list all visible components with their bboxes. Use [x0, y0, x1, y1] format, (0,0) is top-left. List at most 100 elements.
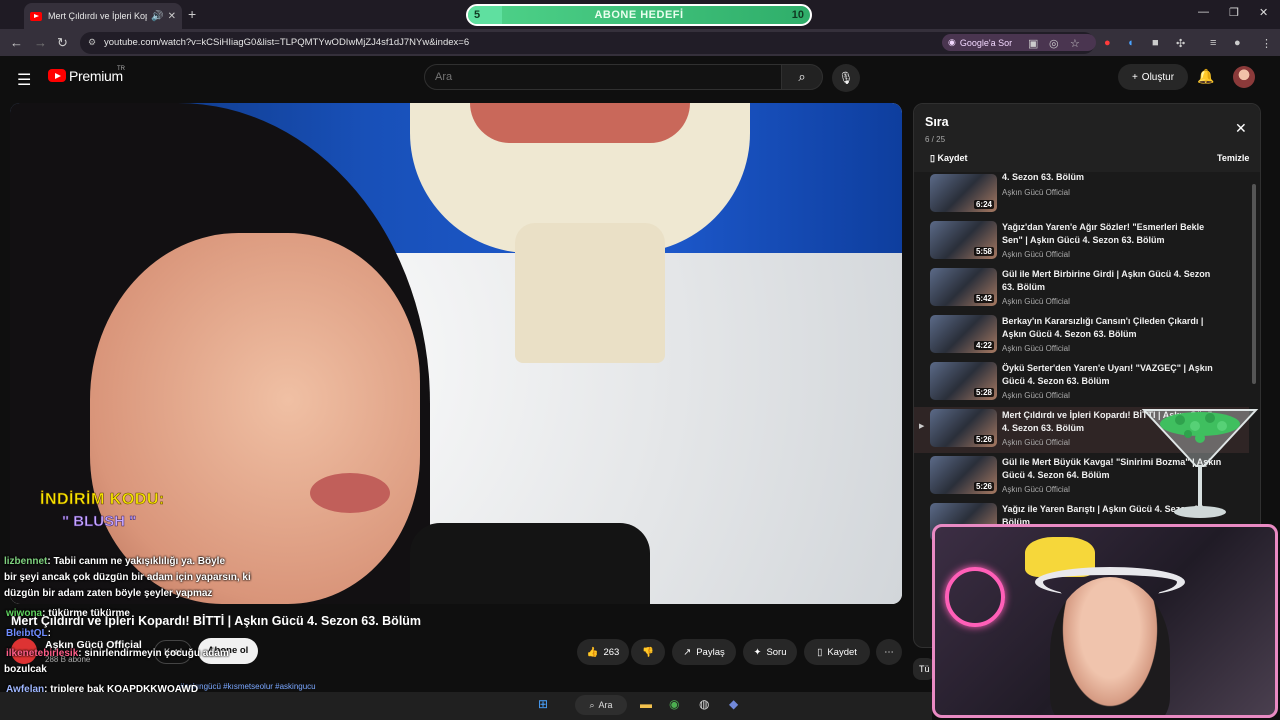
search-button[interactable]: ⌕: [781, 64, 823, 90]
martini-glass-overlay: [1141, 409, 1259, 518]
like-button[interactable]: 👍 263: [577, 639, 629, 665]
playlist-thumbnail[interactable]: 5:58: [930, 221, 997, 259]
chat-message: bozulcak: [4, 664, 47, 675]
playlist-item-title[interactable]: Öykü Serter'den Yaren'e Uyarı! "VAZGEÇ" …: [1002, 362, 1222, 388]
search-icon: ⌕: [589, 699, 595, 710]
microphone-icon: 🎙: [838, 71, 854, 85]
playlist-item-title[interactable]: 4. Sezon 63. Bölüm: [1002, 171, 1222, 184]
playlist-thumbnail[interactable]: 5:26: [930, 409, 997, 447]
playlist-thumbnail[interactable]: 4:22: [930, 315, 997, 353]
playlist-item-title[interactable]: Gül ile Mert Birbirine Girdi | Aşkın Güc…: [1002, 268, 1222, 294]
back-arrow-icon[interactable]: ←: [10, 35, 23, 50]
youtube-favicon-icon: [30, 11, 42, 21]
obs-icon[interactable]: ◍: [699, 697, 709, 711]
extensions-puzzle-icon[interactable]: ✣: [1176, 37, 1185, 50]
playlist-item[interactable]: 4:22 Berkay'ın Kararsızlığı Cansın'ı Çile…: [914, 313, 1249, 359]
new-tab-button[interactable]: +: [188, 6, 196, 22]
close-tab-icon[interactable]: ✕: [168, 11, 176, 22]
chrome-icon[interactable]: ◉: [669, 697, 679, 711]
chat-username[interactable]: wiwona: [6, 608, 42, 619]
install-app-icon[interactable]: ▣: [1028, 37, 1038, 50]
bookmark-star-icon[interactable]: ☆: [1070, 37, 1080, 50]
create-button[interactable]: + Oluştur: [1118, 64, 1188, 90]
file-explorer-icon[interactable]: ▬: [640, 697, 652, 711]
subscriber-goal-bar: 5 ABONE HEDEFİ 10: [466, 4, 812, 26]
ask-button[interactable]: ✦ Soru: [743, 639, 797, 665]
url-text: youtube.com/watch?v=kCSiHIiagG0&list=TLP…: [104, 37, 470, 48]
notifications-bell-icon[interactable]: 🔔: [1197, 68, 1214, 85]
playlist-item-title[interactable]: Yağız'dan Yaren'e Ağır Sözler! "Esmerler…: [1002, 221, 1222, 247]
chat-message: bir şeyi ancak çok düzgün bir adam için …: [4, 572, 251, 583]
youtube-logo-icon[interactable]: [48, 69, 66, 82]
discord-icon[interactable]: ◆: [729, 697, 738, 711]
extension-red-icon[interactable]: ●: [1104, 37, 1111, 49]
bookmark-icon: ▯: [817, 646, 823, 658]
playlist-thumbnail[interactable]: 6:24: [930, 174, 997, 212]
browser-menu-icon[interactable]: ⋮: [1261, 37, 1272, 50]
chat-message: wiwona: tükürme tükürme: [6, 608, 130, 619]
video-player[interactable]: İNDİRİM KODU: " BLUSH ": [10, 103, 902, 604]
more-actions-button[interactable]: ⋯: [876, 639, 902, 665]
chat-text: : tükürme tükürme: [42, 608, 130, 619]
close-playlist-icon[interactable]: ✕: [1235, 120, 1247, 137]
audio-playing-icon[interactable]: 🔊: [151, 11, 163, 22]
share-button[interactable]: ↗ Paylaş: [672, 639, 736, 665]
extension-dark-icon[interactable]: ■: [1152, 37, 1159, 49]
search-box[interactable]: [424, 64, 782, 90]
chat-username[interactable]: lizbennet: [4, 556, 47, 567]
save-video-button[interactable]: ▯ Kaydet: [804, 639, 870, 665]
video-duration: 5:42: [973, 294, 994, 303]
video-duration: 5:58: [973, 247, 994, 256]
promo-code-value: " BLUSH ": [62, 513, 137, 531]
video-duration: 5:26: [973, 435, 994, 444]
premium-logo-text[interactable]: Premium: [69, 68, 123, 84]
playlist-thumbnail[interactable]: 5:26: [930, 456, 997, 494]
playlist-item-title[interactable]: Berkay'ın Kararsızlığı Cansın'ı Çileden …: [1002, 315, 1222, 341]
windows-start-icon[interactable]: ⊞: [538, 697, 548, 711]
taskbar-search-label: Ara: [598, 700, 613, 710]
chat-message: ilkenetebirlesik: sinirlendirmeyin çocuğ…: [6, 648, 229, 659]
streamer-figure: [1050, 577, 1170, 715]
video-person-dress: [410, 523, 650, 604]
playlist-position: 6 / 25: [925, 135, 946, 144]
voice-search-button[interactable]: 🎙: [832, 64, 860, 92]
site-info-icon[interactable]: ⚙: [88, 37, 96, 48]
windows-taskbar: [0, 692, 932, 720]
playlist-item[interactable]: 5:58 Yağız'dan Yaren'e Ağır Sözler! "Esme…: [914, 219, 1249, 265]
playlist-item-channel: Aşkın Gücü Official: [1002, 391, 1070, 400]
reload-icon[interactable]: ↻: [57, 35, 68, 51]
maximize-window-button[interactable]: ❐: [1229, 6, 1239, 19]
forward-arrow-icon[interactable]: →: [34, 35, 47, 50]
playlist-save-button[interactable]: ▯ Kaydet: [930, 153, 967, 164]
playlist-item[interactable]: 6:24 4. Sezon 63. Bölüm Aşkın Gücü Officia…: [914, 172, 1249, 218]
eye-off-icon[interactable]: ◎: [1049, 37, 1059, 50]
hamburger-menu-icon[interactable]: ☰: [17, 70, 31, 90]
playlist-scrollbar[interactable]: [1252, 184, 1256, 384]
playlist-item[interactable]: 5:28 Öykü Serter'den Yaren'e Uyarı! "VAZG…: [914, 360, 1249, 406]
youtube-header: ☰ Premium TR ⌕ 🎙 + Oluştur 🔔: [0, 56, 1280, 100]
video-hashtags[interactable]: #aşkıngücü #kısmetseolur #askingucu: [180, 682, 316, 691]
dislike-button[interactable]: 👎: [631, 639, 665, 665]
playlist-thumbnail[interactable]: 5:28: [930, 362, 997, 400]
playlist-clear-button[interactable]: Temizle: [1217, 153, 1249, 163]
video-duration: 4:22: [973, 341, 994, 350]
more-horizontal-icon: ⋯: [884, 646, 894, 658]
create-label: Oluştur: [1141, 71, 1175, 83]
address-bar[interactable]: ⚙ youtube.com/watch?v=kCSiHIiagG0&list=T…: [80, 32, 1096, 54]
chat-text: bir şeyi ancak çok düzgün bir adam için …: [4, 572, 251, 583]
media-control-icon[interactable]: ≡: [1210, 37, 1216, 49]
taskbar-search[interactable]: ⌕ Ara: [575, 695, 627, 715]
goal-label: ABONE HEDEFİ: [594, 9, 684, 21]
playlist-item[interactable]: 5:42 Gül ile Mert Birbirine Girdi | Aşkın…: [914, 266, 1249, 312]
search-input[interactable]: [425, 65, 781, 89]
minimize-window-button[interactable]: —: [1198, 6, 1209, 18]
account-avatar[interactable]: [1233, 66, 1255, 88]
browser-tab-active[interactable]: Mert Çıldırdı ve İpleri Kopard 🔊 ✕: [24, 3, 182, 29]
share-arrow-icon: ↗: [683, 646, 692, 658]
chat-username[interactable]: ilkenetebirlesik: [6, 648, 78, 659]
close-window-button[interactable]: ✕: [1259, 6, 1268, 19]
playlist-thumbnail[interactable]: 5:42: [930, 268, 997, 306]
extension-audio-icon[interactable]: ◖: [1127, 37, 1134, 49]
profile-avatar-icon[interactable]: ●: [1234, 37, 1241, 49]
chat-username[interactable]: BleibtQL: [6, 628, 48, 639]
